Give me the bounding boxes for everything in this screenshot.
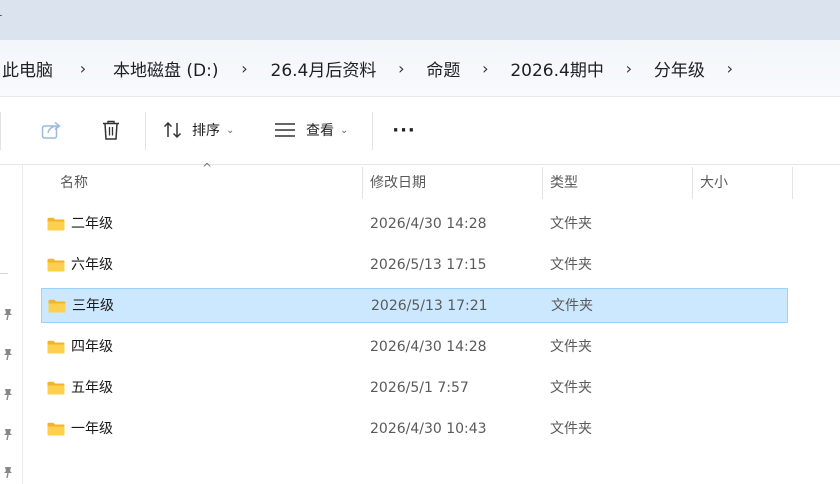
file-row[interactable]: 六年级 2026/5/13 17:15 文件夹 [41,248,787,282]
breadcrumb-drive-d[interactable]: 本地磁盘 (D:) [111,56,221,81]
chevron-down-icon: ⌄ [340,124,349,136]
folder-icon [47,381,65,395]
column-header-name[interactable]: 名称 [60,165,88,201]
file-modified: 2026/5/1 7:57 [370,380,469,396]
navigation-pane [0,165,23,484]
title-bar: - [0,0,840,40]
folder-icon [47,217,65,231]
file-type: 文件夹 [551,298,593,314]
column-header-modified[interactable]: 修改日期 [370,165,426,201]
folder-icon [47,422,65,436]
file-row[interactable]: 五年级 2026/5/1 7:57 文件夹 [41,371,787,405]
file-name: 四年级 [71,339,113,355]
pin-icon[interactable] [1,427,15,441]
breadcrumb-separator-icon[interactable]: › [462,59,508,78]
view-button[interactable]: 查看 ⌄ [274,118,358,142]
view-label: 查看 [306,123,334,139]
breadcrumb-separator-icon[interactable]: › [707,59,753,78]
breadcrumb-folder-midterm[interactable]: 2026.4期中 [508,56,605,81]
breadcrumb: 此电脑 › 本地磁盘 (D:) › 26.4月后资料 › 命题 › 2026.4… [0,40,753,96]
file-modified: 2026/5/13 17:15 [370,257,487,273]
sort-ascending-icon: ^ [202,161,213,175]
file-type: 文件夹 [550,421,592,437]
column-resize-handle[interactable] [692,167,693,199]
column-resize-handle[interactable] [542,167,543,199]
breadcrumb-separator-icon[interactable]: › [378,59,424,78]
pin-icon[interactable] [1,387,15,401]
file-name: 一年级 [71,421,113,437]
toolbar-divider [0,112,1,150]
breadcrumb-separator-icon[interactable]: › [221,59,269,78]
file-name: 三年级 [72,298,114,314]
file-type: 文件夹 [550,216,592,232]
column-header-type[interactable]: 类型 [550,165,578,201]
file-name: 五年级 [71,380,113,396]
more-icon[interactable]: ··· [390,118,418,142]
sort-button[interactable]: 排序 ⌄ [162,118,244,142]
file-type: 文件夹 [550,257,592,273]
file-modified: 2026/5/13 17:21 [371,298,488,314]
pin-icon[interactable] [1,465,15,479]
breadcrumb-folder-materials[interactable]: 26.4月后资料 [269,56,379,81]
sort-icon [163,121,182,139]
file-row[interactable]: 一年级 2026/4/30 10:43 文件夹 [41,412,787,446]
file-type: 文件夹 [550,380,592,396]
toolbar-divider [145,112,146,150]
toolbar-divider [372,112,373,150]
folder-icon [48,299,66,313]
breadcrumb-separator-icon[interactable]: › [606,59,652,78]
column-resize-handle[interactable] [362,167,363,199]
nav-divider [0,273,8,274]
folder-icon [47,258,65,272]
title-partial-mark: - [0,8,2,22]
sort-label: 排序 [192,123,220,139]
view-icon [275,123,295,137]
file-row-selected[interactable]: 三年级 2026/5/13 17:21 文件夹 [41,288,788,323]
pin-icon[interactable] [1,347,15,361]
file-name: 六年级 [71,257,113,273]
file-type: 文件夹 [550,339,592,355]
pin-icon[interactable] [1,307,15,321]
column-resize-handle[interactable] [792,167,793,199]
file-modified: 2026/4/30 10:43 [370,421,487,437]
folder-icon [47,340,65,354]
share-icon[interactable] [40,118,64,142]
address-bar[interactable]: 此电脑 › 本地磁盘 (D:) › 26.4月后资料 › 命题 › 2026.4… [0,40,840,97]
file-modified: 2026/4/30 14:28 [370,216,487,232]
breadcrumb-this-pc[interactable]: 此电脑 [0,56,55,81]
breadcrumb-folder-by-grade[interactable]: 分年级 [652,56,707,81]
file-modified: 2026/4/30 14:28 [370,339,487,355]
command-bar: 排序 ⌄ 查看 ⌄ ··· [0,98,840,165]
file-row[interactable]: 二年级 2026/4/30 14:28 文件夹 [41,207,787,241]
breadcrumb-separator-icon[interactable]: › [55,59,111,78]
delete-icon[interactable] [100,118,122,142]
breadcrumb-folder-exams[interactable]: 命题 [424,56,462,81]
column-header-row: ^ 名称 修改日期 类型 大小 [22,161,840,201]
file-name: 二年级 [71,216,113,232]
column-header-size[interactable]: 大小 [700,165,728,201]
file-row[interactable]: 四年级 2026/4/30 14:28 文件夹 [41,330,787,364]
chevron-down-icon: ⌄ [226,124,235,136]
